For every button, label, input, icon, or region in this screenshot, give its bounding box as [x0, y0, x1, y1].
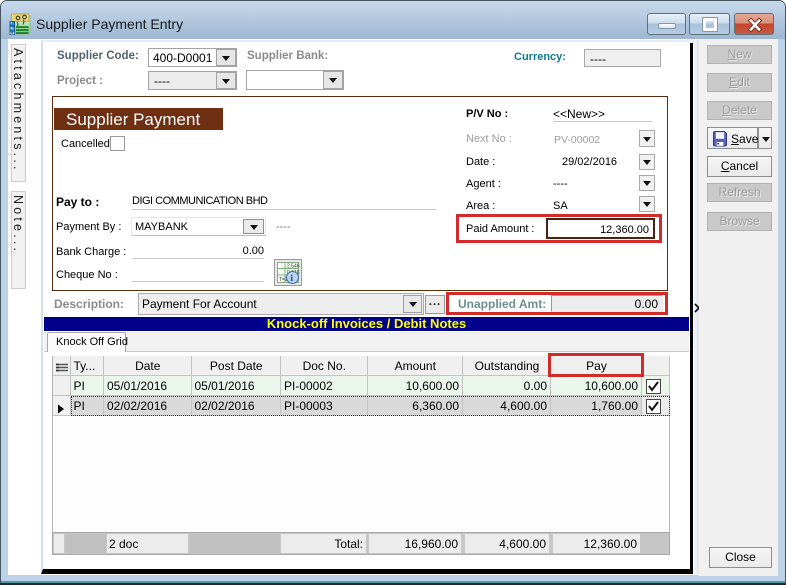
svg-text:2.546: 2.546: [287, 264, 300, 270]
